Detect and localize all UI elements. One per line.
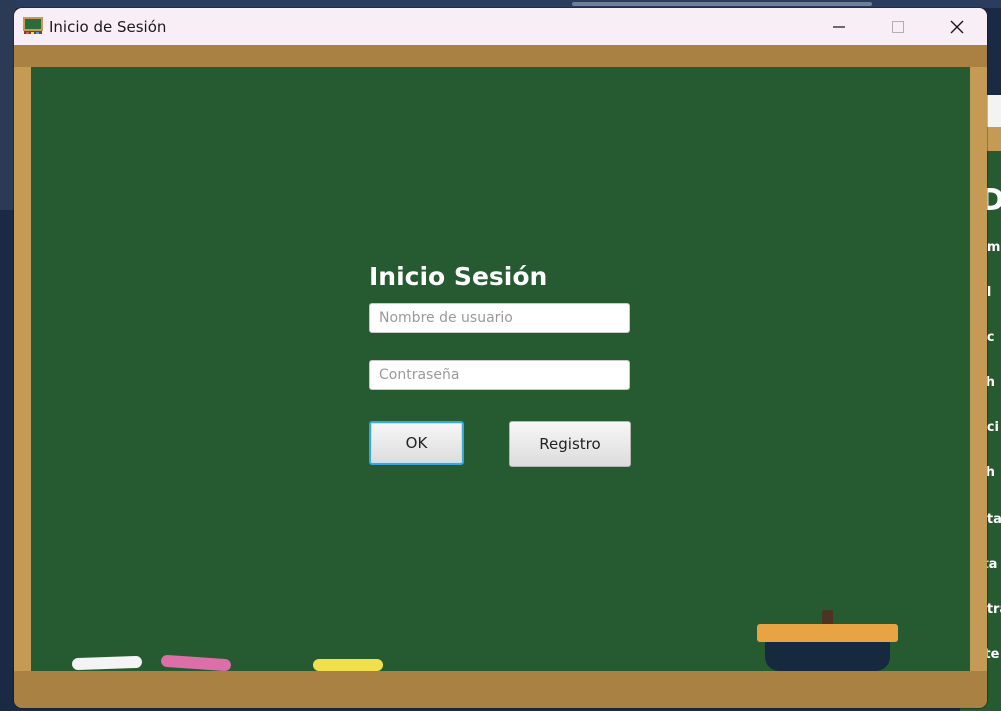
board-frame-bottom: [14, 671, 987, 708]
background-scrollbar: [572, 2, 872, 6]
login-title: Inicio Sesión: [369, 262, 548, 291]
chalkboard: Inicio Sesión OK Registro: [31, 67, 970, 672]
window-titlebar[interactable]: Inicio de Sesión: [14, 8, 987, 45]
password-input[interactable]: [369, 360, 630, 390]
eraser-body: [765, 642, 890, 671]
white-chalk: [71, 655, 143, 671]
minimize-icon: [833, 25, 845, 28]
maximize-button[interactable]: [869, 8, 927, 45]
chalkboard-icon: [23, 17, 43, 34]
login-window: Inicio de Sesión Inicio Sesión OK Regist…: [14, 8, 987, 708]
eraser-top: [757, 624, 898, 642]
board-frame-top: [14, 45, 987, 67]
close-button[interactable]: [928, 8, 986, 45]
yellow-chalk: [313, 659, 383, 671]
window-title: Inicio de Sesión: [49, 18, 167, 36]
board-frame-right: [970, 67, 987, 671]
maximize-icon: [892, 20, 904, 33]
register-button[interactable]: Registro: [509, 421, 631, 467]
pink-chalk: [160, 654, 232, 672]
close-icon: [950, 20, 964, 33]
desktop-background-strip: [0, 0, 1001, 8]
ok-button[interactable]: OK: [369, 421, 464, 465]
minimize-button[interactable]: [810, 8, 868, 45]
board-frame-left: [14, 67, 31, 671]
username-input[interactable]: [369, 303, 630, 333]
